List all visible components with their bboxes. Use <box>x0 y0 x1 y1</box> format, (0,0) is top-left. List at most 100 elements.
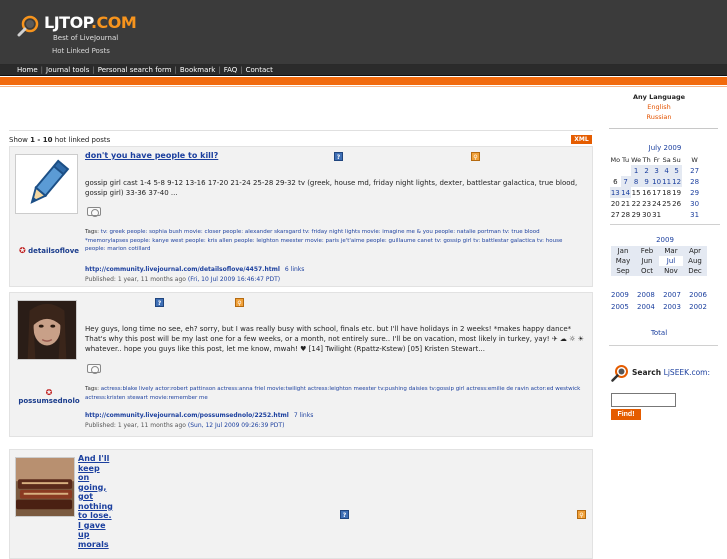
month-link[interactable]: Sep <box>611 266 635 276</box>
search-post-icon[interactable]: ⚲ <box>471 152 480 161</box>
xml-feed-button[interactable]: XML <box>571 135 592 144</box>
divider <box>9 130 593 131</box>
month-link[interactable]: Feb <box>635 246 659 256</box>
help-icon[interactable]: ? <box>334 152 343 161</box>
books-photo <box>16 458 74 516</box>
nav-personal-search[interactable]: Personal search form <box>98 66 172 74</box>
search-post-icon[interactable]: ⚲ <box>235 298 244 307</box>
calendar-day[interactable]: 1 <box>630 165 642 176</box>
calendar-month[interactable]: July 2009 <box>610 144 720 152</box>
year-link[interactable]: 2007 <box>663 291 681 303</box>
month-link[interactable]: Nov <box>659 266 683 276</box>
page-subtitle: Hot Linked Posts <box>52 47 110 55</box>
site-header: LJTOP.COM Best of LiveJournal Hot Linked… <box>0 0 727 65</box>
calendar-week[interactable]: 31 <box>690 209 700 220</box>
post-excerpt: gossip girl cast 1-4 5-8 9-12 13-16 17-2… <box>85 179 578 197</box>
calendar-day[interactable]: 9 <box>641 176 652 187</box>
calendar-day[interactable]: 4 <box>661 165 672 176</box>
search-label: Search LjSEEK.com: <box>632 368 711 377</box>
month-link[interactable]: Oct <box>635 266 659 276</box>
month-link[interactable]: May <box>611 256 635 266</box>
language-title: Any Language <box>632 93 686 101</box>
month-link[interactable]: Jan <box>611 246 635 256</box>
post-date[interactable]: (Fri, 10 Jul 2009 16:46:47 PDT) <box>188 276 280 283</box>
links-count[interactable]: 6 links <box>285 266 304 273</box>
post-url[interactable]: http://community.livejournal.com/possums… <box>85 412 289 419</box>
year-label[interactable]: 2009 <box>611 236 719 244</box>
nav-contact[interactable]: Contact <box>246 66 273 74</box>
find-button[interactable]: Find! <box>611 409 641 420</box>
nav-faq[interactable]: FAQ <box>224 66 238 74</box>
camera-icon[interactable] <box>87 207 101 217</box>
calendar-week[interactable]: 29 <box>690 187 700 198</box>
language-english[interactable]: English <box>610 102 708 112</box>
calendar-day[interactable]: 2 <box>641 165 652 176</box>
year-list: 2009 2008 2007 2006 2005 2004 2003 2002 <box>611 291 707 315</box>
month-link[interactable]: Mar <box>659 246 683 256</box>
calendar-week[interactable]: 28 <box>690 176 700 187</box>
portrait-photo <box>18 301 76 359</box>
post-card: ✪ detailsoflove don't you have people to… <box>9 146 593 287</box>
year-link[interactable]: 2005 <box>611 303 629 315</box>
help-icon[interactable]: ? <box>340 510 349 519</box>
language-russian[interactable]: Russian <box>610 112 708 122</box>
search-input[interactable] <box>611 393 676 407</box>
calendar-widget: July 2009 Mo Tu We Th Fr Sa Su W 1 2 3 4 5 27 6 7 8 9 10… <box>610 144 720 225</box>
year-link[interactable]: 2004 <box>637 303 655 315</box>
year-link[interactable]: 2009 <box>611 291 629 303</box>
divider <box>609 345 718 346</box>
search-post-icon[interactable]: ⚲ <box>577 510 586 519</box>
post-tags: Tags: tv: greek people: sophia bush movi… <box>85 229 563 252</box>
post-url[interactable]: http://community.livejournal.com/details… <box>85 266 280 273</box>
calendar-day[interactable]: 11 <box>661 176 672 187</box>
month-link[interactable]: Apr <box>683 246 707 256</box>
calendar-day[interactable]: 5 <box>671 165 682 176</box>
year-link[interactable]: 2003 <box>663 303 681 315</box>
post-link-row: http://community.livejournal.com/possums… <box>85 412 313 419</box>
calendar-day[interactable]: 10 <box>651 176 662 187</box>
calendar-week[interactable]: 30 <box>690 198 700 209</box>
logo-domain: .COM <box>90 13 137 32</box>
post-userpic[interactable] <box>15 457 75 517</box>
calendar-day[interactable]: 13 <box>610 187 621 198</box>
total-link[interactable]: Total <box>611 329 707 337</box>
tag-list[interactable]: actress:blake lively actor:robert pattin… <box>85 386 580 401</box>
month-link[interactable]: Dec <box>683 266 707 276</box>
search-site[interactable]: LjSEEK.com: <box>664 368 710 377</box>
divider <box>610 224 720 225</box>
calendar-day[interactable]: 7 <box>620 176 631 187</box>
months-table: Jan Feb Mar Apr May Jun Jul Aug Sep Oct Nov Dec <box>611 246 707 276</box>
month-link[interactable]: Jun <box>635 256 659 266</box>
calendar-week[interactable]: 27 <box>690 165 700 176</box>
tag-list[interactable]: tv: greek people: sophia bush movie: clo… <box>85 229 562 252</box>
post-userpic[interactable] <box>17 300 77 360</box>
camera-icon[interactable] <box>87 364 101 374</box>
nav-journal-tools[interactable]: Journal tools <box>46 66 89 74</box>
site-logo[interactable]: LJTOP.COM <box>44 13 137 32</box>
calendar-day[interactable]: 14 <box>620 187 631 198</box>
month-link[interactable]: Jul <box>659 256 683 266</box>
calendar-day[interactable]: 12 <box>671 176 682 187</box>
year-link[interactable]: 2008 <box>637 291 655 303</box>
post-tags: Tags: actress:blake lively actor:robert … <box>85 386 581 401</box>
post-username[interactable]: ✪ detailsoflove <box>15 246 83 255</box>
nav-home[interactable]: Home <box>17 66 38 74</box>
post-title[interactable]: don't you have people to kill? <box>85 151 218 160</box>
post-date[interactable]: (Sun, 12 Jul 2009 09:26:39 PDT) <box>188 422 285 429</box>
calendar-day[interactable]: 3 <box>651 165 662 176</box>
post-userpic[interactable] <box>15 154 78 214</box>
post-title[interactable]: And I'll keep on going, got nothing to l… <box>78 454 113 549</box>
language-selector: Any Language English Russian <box>610 92 708 122</box>
magnifier-icon <box>611 365 628 382</box>
year-link[interactable]: 2006 <box>689 291 707 303</box>
calendar-table: Mo Tu We Th Fr Sa Su W 1 2 3 4 5 27 6 7 8 9 10 11 12 28 13 1… <box>610 155 700 220</box>
month-link[interactable]: Aug <box>683 256 707 266</box>
post-excerpt: Hey guys, long time no see, eh? sorry, b… <box>85 325 584 353</box>
help-icon[interactable]: ? <box>155 298 164 307</box>
year-link[interactable]: 2002 <box>689 303 707 315</box>
links-count[interactable]: 7 links <box>294 412 313 419</box>
site-tagline: Best of LiveJournal <box>53 34 119 42</box>
nav-bookmark[interactable]: Bookmark <box>180 66 215 74</box>
post-username[interactable]: ✪ possumsednolo <box>15 388 83 405</box>
calendar-day[interactable]: 8 <box>630 176 642 187</box>
